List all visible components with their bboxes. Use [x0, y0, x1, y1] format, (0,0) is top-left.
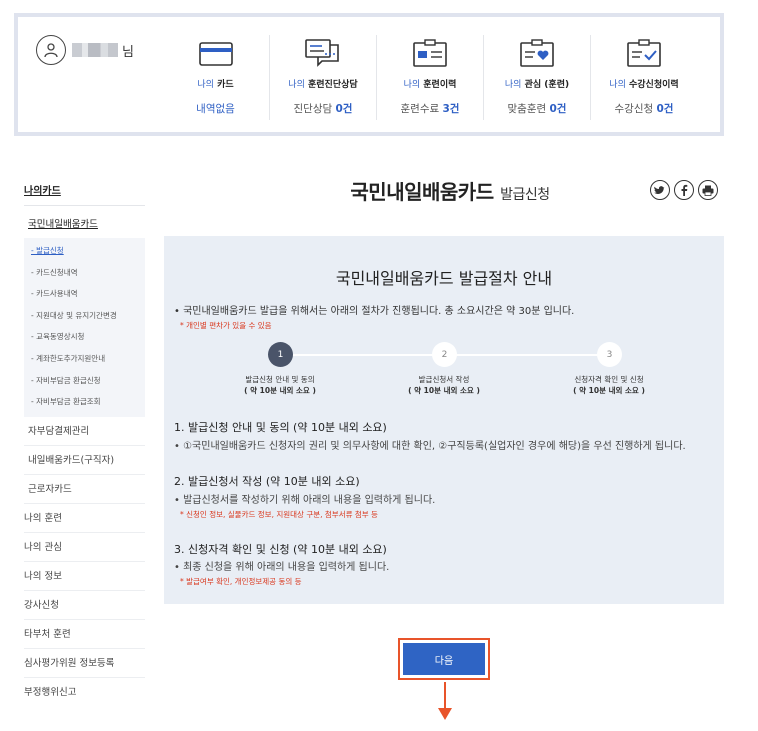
- nav-sub-item[interactable]: - 계좌한도추가지원안내: [24, 348, 145, 370]
- stat-prefix: 나의: [609, 80, 626, 90]
- nav-item[interactable]: 강사신청: [24, 591, 145, 620]
- next-button-highlight: 다음: [398, 638, 490, 680]
- stat-prefix: 나의: [403, 80, 421, 90]
- step-1-label: 발급신청 안내 및 동의 ( 약 10분 내외 소요 ): [220, 374, 340, 396]
- step-label-text: 발급신청 안내 및 동의: [245, 375, 315, 384]
- stat-label: 관심 (훈련): [524, 80, 570, 90]
- stat-count: 0건: [549, 103, 567, 115]
- nav-sub-item[interactable]: - 카드신청내역: [24, 262, 145, 284]
- nav-item[interactable]: 나의 훈련: [24, 504, 145, 533]
- section-2-note: * 신청인 정보, 실물카드 정보, 지원대상 구분, 첨부서류 첨부 등: [180, 510, 378, 519]
- my-summary-box: 님 나의 카드 내역없음 나의 훈련진단상담 진단상담 0건 나의 훈련이력 훈…: [14, 13, 724, 136]
- step-time: ( 약 10분 내외 소요 ): [573, 386, 645, 395]
- section-3-desc: • 최종 신청을 위해 아래의 내용을 입력하게 됩니다.: [174, 562, 390, 573]
- step-2-label: 발급신청서 작성 ( 약 10분 내외 소요 ): [384, 374, 504, 396]
- nav-sub-item[interactable]: - 지원대상 및 유지기간변경: [24, 305, 145, 327]
- stat-prefix: 나의: [288, 80, 305, 90]
- step-time: ( 약 10분 내외 소요 ): [244, 386, 316, 395]
- nav-sub-list: - 발급신청 - 카드신청내역 - 카드사용내역 - 지원대상 및 유지기간변경…: [24, 238, 145, 417]
- procedure-intro: • 국민내일배움카드 발급을 위해서는 아래의 절차가 진행됩니다. 총 소요시…: [174, 306, 575, 317]
- stat-history[interactable]: 나의 훈련이력 훈련수료 3건: [376, 35, 483, 120]
- stat-my-card[interactable]: 나의 카드 내역없음: [162, 35, 269, 120]
- nav-national-card[interactable]: 국민내일배움카드: [24, 206, 145, 238]
- nav-item[interactable]: 근로자카드: [24, 475, 145, 504]
- step-label-text: 신청자격 확인 및 신청: [574, 375, 644, 384]
- stat-count: 0건: [656, 103, 674, 115]
- stat-count: 0건: [335, 103, 353, 115]
- user-honorific: 님: [122, 44, 134, 60]
- nav-item[interactable]: 부정행위신고: [24, 678, 145, 707]
- step-3-dot: 3: [597, 342, 622, 367]
- share-buttons: [650, 180, 718, 200]
- nav-sub-item-apply[interactable]: - 발급신청: [24, 240, 145, 262]
- history-icon: [377, 35, 483, 73]
- stat-label: 카드: [217, 80, 234, 90]
- stat-prefix: 나의: [197, 80, 214, 90]
- procedure-note: * 개인별 편차가 있을 수 있음: [180, 321, 272, 330]
- stat-value: 훈련수료: [400, 103, 440, 115]
- page-title-main: 국민내일배움카드: [350, 180, 494, 204]
- nav-item[interactable]: 나의 관심: [24, 533, 145, 562]
- nav-sub-item[interactable]: - 교육동영상시청: [24, 326, 145, 348]
- nav-my-card[interactable]: 나의카드: [24, 178, 145, 206]
- nav-sub-item[interactable]: - 자비부담금 환급신청: [24, 370, 145, 392]
- nav-item[interactable]: 내일배움카드(구직자): [24, 446, 145, 475]
- stat-value: 수강신청: [614, 103, 654, 115]
- left-nav: 나의카드 국민내일배움카드 - 발급신청 - 카드신청내역 - 카드사용내역 -…: [24, 178, 145, 707]
- nav-item[interactable]: 자부담결제관리: [24, 417, 145, 446]
- section-3-note: * 발급여부 확인, 개인정보제공 동의 등: [180, 577, 302, 586]
- stat-prefix: 나의: [504, 80, 522, 90]
- stat-consult[interactable]: 나의 훈련진단상담 진단상담 0건: [269, 35, 376, 120]
- procedure-heading: 국민내일배움카드 발급절차 안내: [335, 269, 553, 288]
- consult-icon: [270, 35, 376, 73]
- stat-label: 수강신청이력: [629, 80, 679, 90]
- step-1-dot: 1: [268, 342, 293, 367]
- stat-label: 훈련이력: [423, 80, 457, 90]
- stat-label: 훈련진단상담: [308, 80, 358, 90]
- heart-icon: [484, 35, 590, 73]
- section-3-title: 3. 신청자격 확인 및 신청 (약 10분 내외 소요): [174, 543, 387, 556]
- section-1-title: 1. 발급신청 안내 및 동의 (약 10분 내외 소요): [174, 421, 387, 434]
- stat-value: 맞춤훈련: [507, 103, 547, 115]
- step-2-dot: 2: [432, 342, 457, 367]
- down-arrow-icon: [438, 682, 452, 720]
- nav-item[interactable]: 심사평가위원 정보등록: [24, 649, 145, 678]
- twitter-icon[interactable]: [650, 180, 670, 200]
- blurred-username: [72, 43, 118, 57]
- stat-value: 진단상담: [293, 103, 333, 115]
- next-button[interactable]: 다음: [403, 643, 485, 675]
- step-label-text: 발급신청서 작성: [418, 375, 470, 384]
- print-icon[interactable]: [698, 180, 718, 200]
- step-indicator: 1 2 3 발급신청 안내 및 동의 ( 약 10분 내외 소요 ) 발급신청서…: [164, 342, 724, 402]
- checklist-icon: [591, 35, 697, 73]
- stat-value: 내역없음: [196, 103, 235, 115]
- step-3-label: 신청자격 확인 및 신청 ( 약 10분 내외 소요 ): [549, 374, 669, 396]
- stat-interest[interactable]: 나의 관심 (훈련) 맞춤훈련 0건: [483, 35, 590, 120]
- nav-item[interactable]: 나의 정보: [24, 562, 145, 591]
- procedure-panel: 국민내일배움카드 발급절차 안내 • 국민내일배움카드 발급을 위해서는 아래의…: [164, 236, 724, 604]
- stats-row: 나의 카드 내역없음 나의 훈련진단상담 진단상담 0건 나의 훈련이력 훈련수…: [162, 35, 697, 120]
- avatar-icon: [36, 35, 66, 65]
- card-icon: [162, 35, 269, 73]
- nav-sub-item[interactable]: - 카드사용내역: [24, 283, 145, 305]
- section-1-desc: • ①국민내일배움카드 신청자의 권리 및 의무사항에 대한 확인, ②구직등록…: [174, 441, 686, 452]
- page-title-sub: 발급신청: [500, 187, 550, 203]
- section-2-title: 2. 발급신청서 작성 (약 10분 내외 소요): [174, 475, 360, 488]
- page-title: 국민내일배움카드 발급신청: [300, 176, 600, 205]
- section-2-desc: • 발급신청서를 작성하기 위해 아래의 내용을 입력하게 됩니다.: [174, 495, 436, 506]
- nav-sub-item[interactable]: - 자비부담금 환급조회: [24, 391, 145, 413]
- step-time: ( 약 10분 내외 소요 ): [408, 386, 480, 395]
- stat-count: 3건: [442, 103, 460, 115]
- facebook-icon[interactable]: [674, 180, 694, 200]
- nav-item[interactable]: 타부처 훈련: [24, 620, 145, 649]
- user-profile: 님: [36, 35, 134, 65]
- stat-enrollment[interactable]: 나의 수강신청이력 수강신청 0건: [590, 35, 697, 120]
